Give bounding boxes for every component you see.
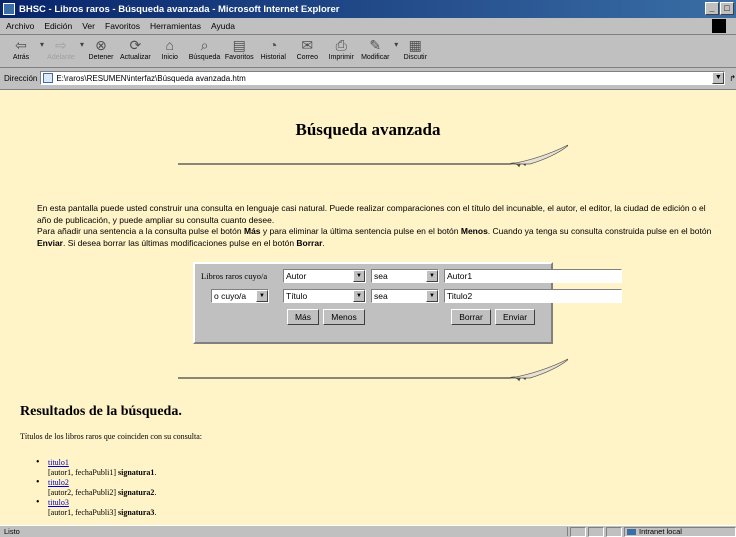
menu-ayuda[interactable]: Ayuda: [211, 21, 235, 31]
window-controls: _ □: [705, 2, 734, 15]
query-row-2: o cuyo/a ▼ Título ▼ sea ▼ Titulo2: [201, 289, 622, 303]
mail-icon: ✉: [301, 37, 314, 53]
address-dropdown-icon[interactable]: ▼: [712, 72, 725, 84]
row-2-field-select[interactable]: Título ▼: [283, 289, 366, 303]
status-cell: [570, 526, 586, 537]
quill-divider-bottom: [178, 358, 568, 382]
row-1-field-select[interactable]: Autor ▼: [283, 269, 366, 283]
page-icon: [43, 73, 54, 83]
chevron-down-icon: ▼: [353, 270, 365, 282]
discuss-icon: ▦: [408, 37, 422, 53]
intro-paragraph-2: Para añadir una sentencia a la consulta …: [37, 226, 712, 248]
window-title: BHSC - Libros raros - Búsqueda avanzada …: [19, 3, 340, 15]
row-2-operator-select[interactable]: sea ▼: [371, 289, 439, 303]
edit-icon: ✎: [369, 37, 382, 53]
minimize-button[interactable]: _: [705, 2, 719, 15]
maximize-button[interactable]: □: [720, 2, 734, 15]
status-bar: Listo Intranet local: [0, 525, 736, 537]
toolbar: ⇦ Atrás ▾ ⇨ Adelante ▾ ⊗ Detener ⟳ Actualiza…: [0, 36, 736, 68]
back-arrow-icon: ⇦: [15, 37, 27, 53]
status-cell: [606, 526, 622, 537]
favorites-button[interactable]: ▤ Favoritos: [224, 36, 254, 61]
chevron-down-icon: ▼: [426, 290, 438, 302]
quill-divider-top: [178, 144, 568, 168]
print-icon: ⎙: [335, 37, 347, 53]
address-bar: Dirección E:\raros\RESUMEN\interfaz\Búsq…: [0, 69, 736, 87]
results-title: Resultados de la búsqueda.: [20, 404, 182, 419]
page-title: Búsqueda avanzada: [295, 120, 441, 139]
forward-arrow-icon: ⇨: [55, 37, 67, 53]
home-button[interactable]: ⌂ Inicio: [155, 36, 185, 61]
chevron-down-icon: ▼: [256, 290, 268, 302]
forward-button[interactable]: ⇨ Adelante: [46, 36, 76, 61]
list-item: titulo3 [autor1, fechaPubli3] signatura3…: [36, 498, 156, 518]
address-input[interactable]: E:\raros\RESUMEN\interfaz\Búsqueda avanz…: [40, 71, 726, 85]
refresh-button[interactable]: ⟳ Actualizar: [120, 36, 151, 61]
ie-icon: [3, 3, 15, 15]
results-subtitle: Títulos de los libros raros que coincide…: [20, 432, 202, 441]
list-item: titulo1 [autor1, fechaPubli1] signatura1…: [36, 458, 156, 478]
submit-button[interactable]: Enviar: [495, 309, 535, 325]
result-link-2[interactable]: titulo2: [48, 478, 69, 487]
intro-paragraph-1: En esta pantalla puede usted construir u…: [37, 203, 706, 225]
favorites-icon: ▤: [232, 37, 246, 53]
address-label: Dirección: [4, 73, 38, 83]
row-1-value-input[interactable]: Autor1: [444, 269, 622, 283]
home-icon: ⌂: [165, 37, 174, 53]
row-1-operator-select[interactable]: sea ▼: [371, 269, 439, 283]
page-content: Búsqueda avanzada En esta pantalla puede…: [0, 89, 736, 525]
address-url: E:\raros\RESUMEN\interfaz\Búsqueda avanz…: [56, 73, 246, 83]
print-button[interactable]: ⎙ Imprimir: [326, 36, 356, 61]
result-link-1[interactable]: titulo1: [48, 458, 69, 467]
result-link-3[interactable]: titulo3: [48, 498, 69, 507]
history-icon: ◔: [269, 37, 278, 53]
results-list: titulo1 [autor1, fechaPubli1] signatura1…: [36, 458, 156, 518]
window-titlebar: BHSC - Libros raros - Búsqueda avanzada …: [0, 0, 736, 18]
back-button[interactable]: ⇦ Atrás: [6, 36, 36, 61]
menu-edicion[interactable]: Edición: [44, 21, 72, 31]
stop-icon: ⊗: [95, 37, 107, 53]
more-button[interactable]: Más: [287, 309, 319, 325]
row-2-connector-wrap: o cuyo/a ▼: [201, 289, 283, 303]
history-button[interactable]: ◔ Historial: [258, 36, 288, 61]
row-1-label: Libros raros cuyo/a: [201, 271, 268, 281]
menu-herramientas[interactable]: Herramientas: [150, 21, 201, 31]
menu-ver[interactable]: Ver: [82, 21, 95, 31]
search-form: Libros raros cuyo/a Autor ▼ sea ▼ Autor1 o…: [193, 262, 622, 344]
menu-favoritos[interactable]: Favoritos: [105, 21, 140, 31]
go-arrow-icon[interactable]: ↱: [729, 74, 736, 83]
refresh-icon: ⟳: [129, 37, 142, 53]
stop-button[interactable]: ⊗ Detener: [86, 36, 116, 61]
query-row-1: Libros raros cuyo/a Autor ▼ sea ▼ Autor1: [201, 269, 622, 283]
intro-text: En esta pantalla puede usted construir u…: [37, 203, 717, 249]
less-button[interactable]: Menos: [323, 309, 365, 325]
status-cell: [588, 526, 604, 537]
row-2-connector-select[interactable]: o cuyo/a ▼: [211, 289, 269, 303]
discuss-button[interactable]: ▦ Discutir: [400, 36, 430, 61]
chevron-down-icon: ▼: [426, 270, 438, 282]
mail-button[interactable]: ✉ Correo: [292, 36, 322, 61]
status-zone: Intranet local: [624, 526, 736, 537]
edit-button[interactable]: ✎ Modificar: [360, 36, 390, 61]
status-text: Listo: [0, 527, 568, 536]
search-button[interactable]: ⌕ Búsqueda: [189, 36, 221, 61]
menu-bar: Archivo Edición Ver Favoritos Herramient…: [0, 18, 736, 35]
list-item: titulo2 [autor2, fechaPubli2] signatura2…: [36, 478, 156, 498]
menu-archivo[interactable]: Archivo: [6, 21, 34, 31]
windows-logo-icon: [712, 19, 726, 33]
row-2-value-input[interactable]: Titulo2: [444, 289, 622, 303]
clear-button[interactable]: Borrar: [451, 309, 491, 325]
search-icon: ⌕: [200, 37, 209, 53]
chevron-down-icon: ▼: [353, 290, 365, 302]
